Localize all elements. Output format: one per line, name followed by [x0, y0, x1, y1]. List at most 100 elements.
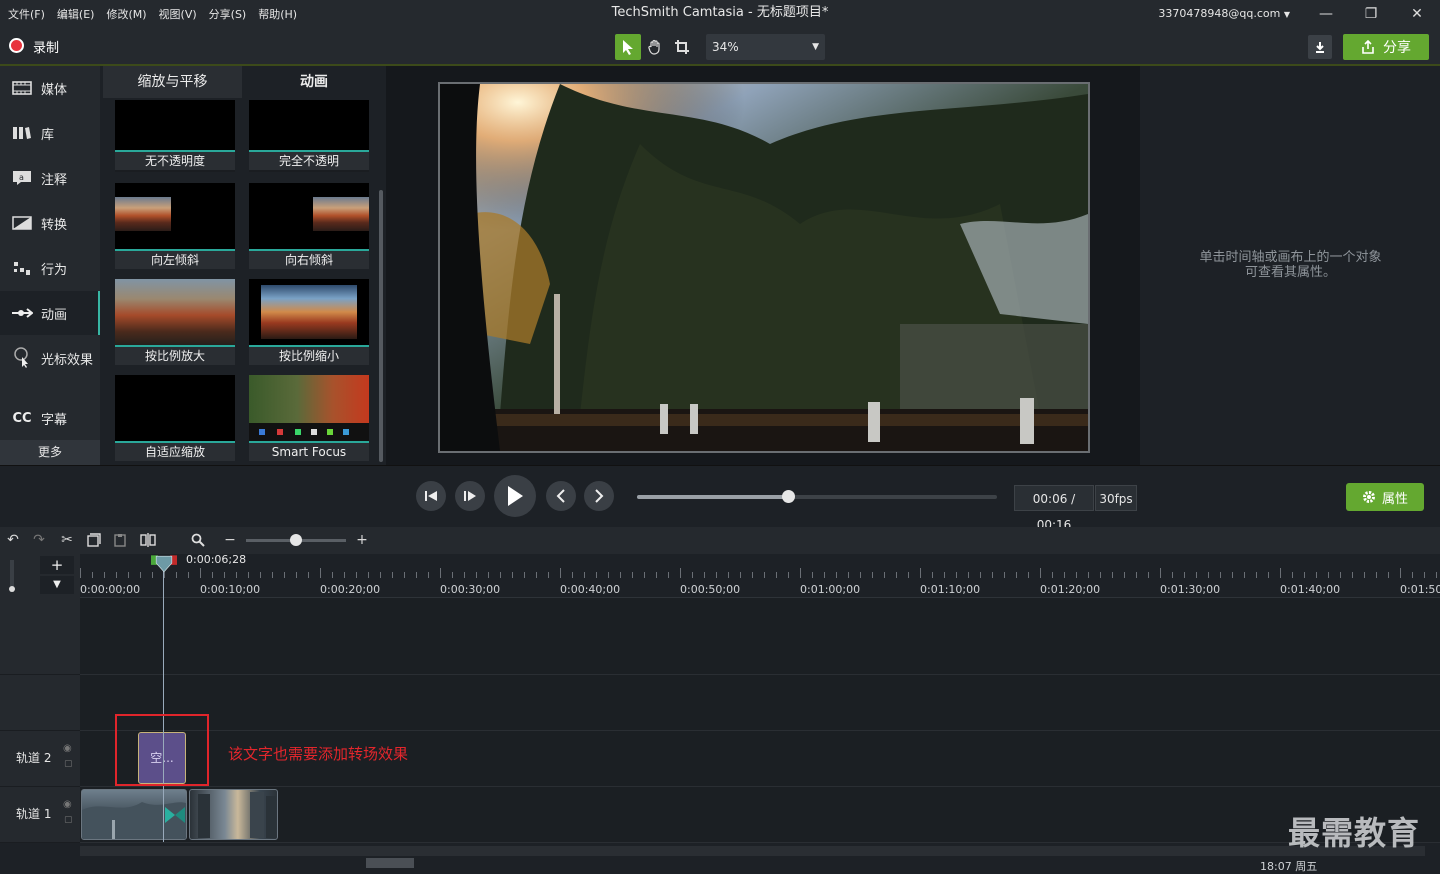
timeline-toolbar: [0, 527, 1440, 554]
media-icon: [11, 80, 33, 96]
animation-item-full-opacity[interactable]: 完全不透明: [249, 100, 369, 172]
scrollbar-thumb[interactable]: [366, 858, 414, 868]
thumbnail: [249, 279, 369, 345]
share-button[interactable]: 分享: [1343, 34, 1429, 60]
track-1-area[interactable]: [80, 787, 1440, 843]
timeline-horizontal-scrollbar[interactable]: [80, 846, 1425, 856]
ruler-label: 0:00:20;00: [320, 583, 381, 596]
sidebar-item-cursor-effects[interactable]: 光标效果: [0, 336, 100, 380]
sidebar-item-animation[interactable]: 动画: [0, 291, 100, 335]
minimize-icon[interactable]: —: [1304, 0, 1348, 28]
transition-icon: [11, 215, 33, 231]
animation-item-label: 无不透明度: [115, 152, 235, 170]
tab-animations[interactable]: 动画: [244, 66, 384, 98]
lock-icon[interactable]: ▢: [64, 759, 73, 769]
timeline-zoom-handle[interactable]: [290, 534, 302, 546]
sidebar-item-library[interactable]: 库: [0, 111, 100, 155]
rewind-button[interactable]: [416, 481, 446, 511]
animation-item-scale-down[interactable]: 按比例缩小: [249, 279, 369, 365]
animation-panel: 缩放与平移 动画 无不透明度 完全不透明 向左倾斜 向右倾斜 按比例放大 按比例…: [100, 66, 384, 465]
transition-marker-icon[interactable]: [165, 805, 185, 825]
sidebar-item-label: 字幕: [41, 412, 68, 428]
panel-scrollbar[interactable]: [379, 190, 383, 462]
pan-tool-icon[interactable]: [642, 34, 668, 60]
zoom-in-icon[interactable]: +: [353, 531, 371, 549]
menu-bar: 文件(F) 编辑(E) 修改(M) 视图(V) 分享(S) 帮助(H): [8, 0, 309, 28]
animation-item-smart-focus[interactable]: Smart Focus: [249, 375, 369, 461]
record-icon[interactable]: [9, 38, 24, 53]
account-menu[interactable]: 3370478948@qq.com ▼: [1158, 0, 1290, 28]
rewind-icon: [425, 491, 437, 501]
ruler-label: 0:00:00;00: [80, 583, 141, 596]
sidebar-more-button[interactable]: 更多: [0, 440, 100, 465]
close-icon[interactable]: ✕: [1395, 0, 1439, 28]
chevron-down-icon: ▼: [1283, 10, 1290, 19]
sidebar-item-behavior[interactable]: 行为: [0, 246, 100, 290]
animation-item-tilt-left[interactable]: 向左倾斜: [115, 183, 235, 269]
menu-view[interactable]: 视图(V): [159, 6, 197, 22]
add-track-icon[interactable]: +: [40, 556, 74, 574]
ruler-label: 0:01:20;00: [1040, 583, 1101, 596]
redo-icon[interactable]: ↷: [30, 531, 48, 549]
copy-icon[interactable]: [85, 531, 103, 549]
track-1-header: 轨道 1 ◉ ▢: [0, 787, 80, 843]
menu-edit[interactable]: 编辑(E): [57, 6, 95, 22]
sidebar-item-transition[interactable]: 转换: [0, 201, 100, 245]
menu-share[interactable]: 分享(S): [209, 6, 247, 22]
tab-zoom-pan[interactable]: 缩放与平移: [103, 66, 242, 98]
sidebar-item-annotation[interactable]: a 注释: [0, 156, 100, 200]
sidebar-item-captions[interactable]: CC 字幕: [0, 396, 100, 440]
paste-icon[interactable]: [111, 531, 129, 549]
step-forward-button[interactable]: [455, 481, 485, 511]
track-area-empty[interactable]: [80, 675, 1440, 731]
download-button[interactable]: [1308, 35, 1332, 59]
zoom-search-icon[interactable]: [189, 531, 207, 549]
track-header-controls: + ▼: [0, 554, 80, 598]
ruler-label: 0:01:10;00: [920, 583, 981, 596]
sidebar-item-media[interactable]: 媒体: [0, 66, 100, 110]
track-label[interactable]: 轨道 1: [16, 805, 51, 822]
properties-hint-line: 单击时间轴或画布上的一个对象: [1199, 250, 1382, 265]
sidebar-item-label: 行为: [41, 262, 68, 278]
record-button[interactable]: 录制: [33, 37, 59, 56]
cut-icon[interactable]: ✂: [58, 531, 76, 549]
bottom-clock: 18:07 周五: [1260, 860, 1318, 873]
play-button[interactable]: [494, 475, 536, 517]
select-tool-icon[interactable]: [615, 34, 641, 60]
restore-icon[interactable]: ❐: [1349, 0, 1393, 28]
account-email: 3370478948@qq.com: [1158, 7, 1281, 20]
playhead-handle[interactable]: [151, 554, 177, 574]
eye-icon[interactable]: ◉: [63, 799, 72, 810]
track-height-handle[interactable]: [9, 586, 15, 592]
menu-file[interactable]: 文件(F): [8, 6, 45, 22]
menu-help[interactable]: 帮助(H): [258, 6, 297, 22]
thumbnail: [115, 375, 235, 441]
animation-item-scale-up[interactable]: 按比例放大: [115, 279, 235, 365]
mountain-thumbnail: [249, 100, 369, 150]
video-preview[interactable]: [438, 82, 1090, 453]
animation-item-label: 向左倾斜: [115, 251, 235, 269]
next-marker-button[interactable]: [584, 481, 614, 511]
properties-button[interactable]: 属性: [1346, 483, 1424, 511]
ruler-label: 0:00:30;00: [440, 583, 501, 596]
zoom-out-icon[interactable]: −: [221, 531, 239, 549]
properties-hint-line: 可查看其属性。: [1244, 265, 1336, 280]
lock-icon[interactable]: ▢: [64, 815, 73, 825]
animation-item-label: 完全不透明: [249, 152, 369, 170]
previous-marker-button[interactable]: [546, 481, 576, 511]
split-icon[interactable]: [139, 531, 157, 549]
video-clip-2[interactable]: [189, 789, 278, 840]
undo-icon[interactable]: ↶: [4, 531, 22, 549]
track-area-empty[interactable]: [80, 598, 1440, 675]
chevron-down-icon[interactable]: ▼: [40, 576, 74, 594]
crop-tool-icon[interactable]: [669, 34, 695, 60]
track-label[interactable]: 轨道 2: [16, 749, 51, 766]
menu-modify[interactable]: 修改(M): [106, 6, 146, 22]
animation-item-scale-to-fit[interactable]: 自适应缩放: [115, 375, 235, 461]
animation-item-no-opacity[interactable]: 无不透明度: [115, 100, 235, 172]
chevron-down-icon: ▼: [812, 42, 819, 52]
annotation-text: 该文字也需要添加转场效果: [228, 745, 409, 763]
canvas-zoom-select[interactable]: 34% ▼: [706, 34, 825, 60]
animation-item-tilt-right[interactable]: 向右倾斜: [249, 183, 369, 269]
eye-icon[interactable]: ◉: [63, 743, 72, 754]
